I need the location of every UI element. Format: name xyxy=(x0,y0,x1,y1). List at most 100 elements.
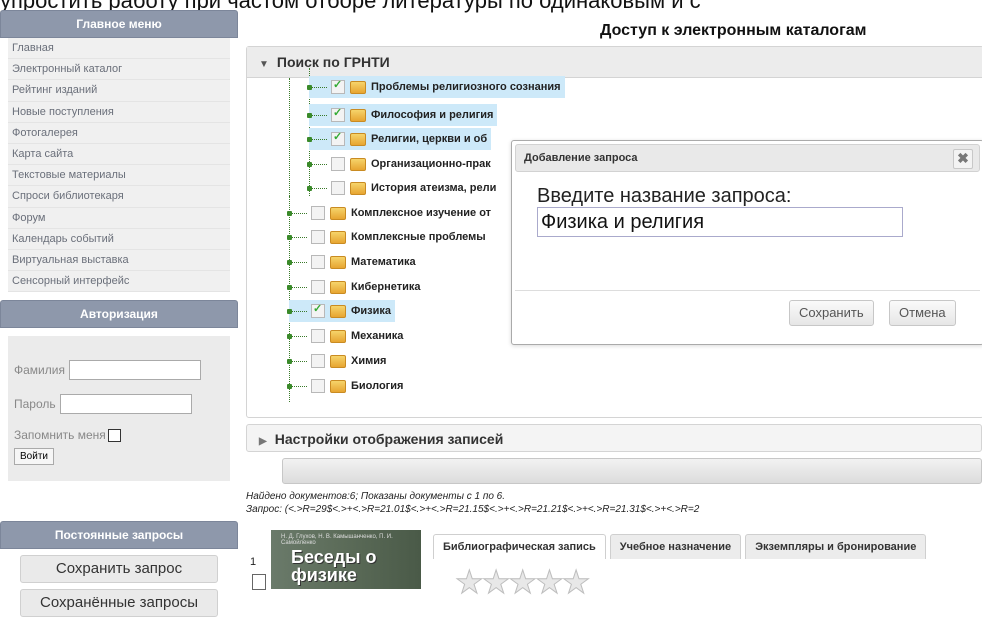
menu-item-rating[interactable]: Рейтинг изданий xyxy=(8,80,230,102)
folder-icon xyxy=(330,329,346,343)
queries-title: Постоянные запросы xyxy=(0,521,238,550)
login-button[interactable]: Войти xyxy=(14,448,54,466)
folder-icon xyxy=(330,230,346,244)
folder-icon xyxy=(350,132,366,146)
tree-node-label: Химия xyxy=(351,355,387,367)
password-label: Пароль xyxy=(14,397,56,412)
tab-copies-booking[interactable]: Экземпляры и бронирование xyxy=(745,534,927,559)
tree-node-label: Кибернетика xyxy=(351,281,421,293)
remember-checkbox[interactable] xyxy=(107,428,121,442)
tree-node-label: Философия и религия xyxy=(371,109,494,121)
grnti-section-header[interactable]: ▼ Поиск по ГРНТИ xyxy=(247,47,982,78)
tree-checkbox[interactable] xyxy=(331,106,345,122)
tree-checkbox[interactable] xyxy=(311,379,325,393)
tree-node[interactable]: Религии, церкви и об xyxy=(307,128,492,150)
folder-icon xyxy=(350,157,366,171)
menu-item-virtual-exhibition[interactable]: Виртуальная выставка xyxy=(8,250,230,272)
tree-checkbox[interactable] xyxy=(311,255,325,269)
page-title: Доступ к электронным каталогам xyxy=(600,22,867,39)
close-icon[interactable]: ✖ xyxy=(953,149,973,169)
tree-node-label: Биология xyxy=(351,380,404,392)
book-cover-image[interactable]: Н. Д. Глухов, Н. В. Камышанченко, П. И. … xyxy=(271,530,421,589)
tree-node-label: Религии, церкви и об xyxy=(371,133,488,145)
auth-form: Фамилия Пароль Запомнить меня Войти xyxy=(8,336,230,482)
main-menu: Главная Электронный каталог Рейтинг изда… xyxy=(8,38,230,293)
tree-node[interactable]: Проблемы религиозного сознания xyxy=(307,76,565,98)
sidebar: Главное меню Главная Электронный каталог… xyxy=(0,10,238,617)
query-name-label: Введите название запроса: xyxy=(537,185,792,207)
menu-item-new-arrivals[interactable]: Новые поступления xyxy=(8,102,230,123)
tree-node[interactable]: Комплексные проблемы xyxy=(287,226,486,248)
tree-node[interactable]: Философия и религия xyxy=(307,104,498,126)
surname-input[interactable] xyxy=(68,360,201,381)
add-query-dialog: Добавление запроса ✖ Введите название за… xyxy=(511,140,982,345)
display-settings-header[interactable]: ▶ Настройки отображения записей xyxy=(246,424,982,452)
collapse-triangle-icon: ▼ xyxy=(259,59,269,70)
tree-checkbox[interactable] xyxy=(331,157,345,171)
tree-checkbox[interactable] xyxy=(311,302,325,318)
tree-checkbox[interactable] xyxy=(311,354,325,368)
tree-node-label: Организационно-прак xyxy=(371,158,491,170)
tree-node[interactable]: Физика xyxy=(287,300,396,322)
menu-item-text-materials[interactable]: Текстовые материалы xyxy=(8,165,230,187)
tab-bibliographic-record[interactable]: Библиографическая запись xyxy=(433,534,606,559)
cancel-button[interactable]: Отмена xyxy=(889,300,956,326)
password-input[interactable] xyxy=(59,394,192,415)
menu-item-events-calendar[interactable]: Календарь событий xyxy=(8,229,230,250)
folder-icon xyxy=(330,206,346,220)
folder-icon xyxy=(330,304,346,318)
menu-item-photo-gallery[interactable]: Фотогалерея xyxy=(8,123,230,144)
auth-title: Авторизация xyxy=(0,300,238,329)
remember-label: Запомнить меня xyxy=(14,428,106,443)
tree-node[interactable]: Математика xyxy=(287,251,416,273)
tree-checkbox[interactable] xyxy=(331,181,345,195)
surname-label: Фамилия xyxy=(14,363,65,378)
tree-node[interactable]: Химия xyxy=(287,350,387,372)
save-button[interactable]: Сохранить xyxy=(789,300,874,326)
query-name-input[interactable] xyxy=(537,207,903,237)
tree-node[interactable]: Комплексное изучение от xyxy=(287,202,492,224)
dialog-divider xyxy=(515,290,980,291)
tree-node[interactable]: Механика xyxy=(287,325,404,347)
tab-educational-purpose[interactable]: Учебное назначение xyxy=(609,534,742,559)
tree-node-label: Механика xyxy=(351,330,404,342)
record-tabs: Библиографическая запись Учебное назначе… xyxy=(433,534,930,559)
saved-queries-button[interactable]: Сохранённые запросы xyxy=(20,589,218,617)
tree-checkbox[interactable] xyxy=(311,230,325,244)
main-menu-title: Главное меню xyxy=(0,10,238,38)
book-cover-title: Беседы о физике xyxy=(291,547,377,585)
tree-checkbox[interactable] xyxy=(331,130,345,146)
query-text: Запрос: (<.>R=29$<.>+<.>R=21.01$<.>+<.>R… xyxy=(246,504,700,515)
tree-node[interactable]: Организационно-прак xyxy=(307,153,491,175)
record-checkbox[interactable] xyxy=(252,574,266,590)
tree-node[interactable]: История атеизма, рели xyxy=(307,177,496,199)
tree-node-label: Проблемы религиозного сознания xyxy=(371,81,561,93)
folder-icon xyxy=(350,181,366,195)
folder-icon xyxy=(350,108,366,122)
rating-stars-icon[interactable]: ★★★★★ xyxy=(454,566,590,599)
folder-icon xyxy=(330,255,346,269)
folder-icon xyxy=(350,80,366,94)
display-settings-title: Настройки отображения записей xyxy=(274,431,504,447)
menu-item-forum[interactable]: Форум xyxy=(8,208,230,229)
menu-item-ask-librarian[interactable]: Спроси библиотекаря xyxy=(8,186,230,208)
expand-triangle-icon: ▶ xyxy=(259,436,267,447)
folder-icon xyxy=(330,379,346,393)
tree-checkbox[interactable] xyxy=(311,206,325,220)
save-query-button[interactable]: Сохранить запрос xyxy=(20,555,218,584)
tree-checkbox[interactable] xyxy=(331,78,345,94)
record-number: 1 xyxy=(250,556,257,568)
menu-item-sitemap[interactable]: Карта сайта xyxy=(8,144,230,166)
tree-node[interactable]: Биология xyxy=(287,375,404,397)
tree-node[interactable]: Кибернетика xyxy=(287,276,421,298)
menu-item-touch-interface[interactable]: Сенсорный интерфейс xyxy=(8,271,230,293)
tree-node-label: Комплексные проблемы xyxy=(351,231,486,243)
menu-item-home[interactable]: Главная xyxy=(8,38,230,60)
search-button[interactable] xyxy=(282,458,982,484)
menu-item-catalog[interactable]: Электронный каталог xyxy=(8,59,230,81)
tree-checkbox[interactable] xyxy=(311,329,325,343)
folder-icon xyxy=(330,280,346,294)
tree-checkbox[interactable] xyxy=(311,280,325,294)
grnti-section-title: Поиск по ГРНТИ xyxy=(276,54,390,70)
tree-node-label: Комплексное изучение от xyxy=(351,207,492,219)
